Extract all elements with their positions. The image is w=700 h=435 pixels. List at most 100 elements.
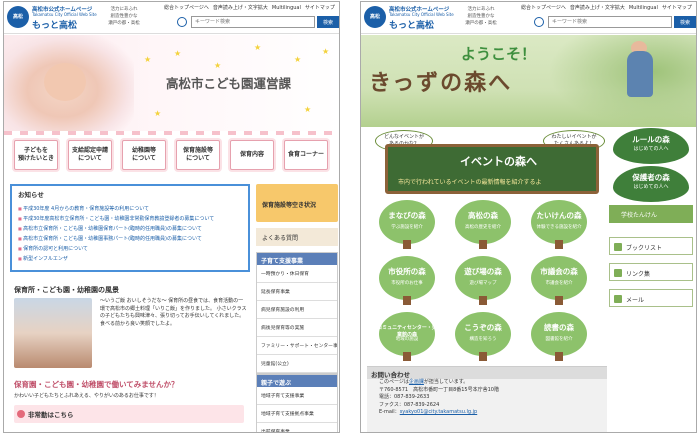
city-logo[interactable]: 高松 <box>7 6 29 28</box>
forest-background <box>548 35 696 127</box>
tree-experience[interactable]: たいけんの森 体験できる施設を紹介 <box>527 200 591 249</box>
baby-photo-head <box>44 63 86 101</box>
tile-kindergarten[interactable]: 幼稚園等 について <box>122 140 166 170</box>
search-bar: 検索 <box>534 16 696 28</box>
support-item[interactable]: 延長保育事業 <box>257 283 337 301</box>
play-heading: 親子で遊ぶ <box>257 375 337 387</box>
tree-learning[interactable]: まなびの森 学ぶ施設を紹介 <box>375 200 439 249</box>
contact-text: このページは <box>379 379 409 385</box>
city-logo[interactable]: 高松 <box>364 6 386 28</box>
tree-crown <box>531 312 587 356</box>
bubble-text: どんなイベントが <box>383 134 424 140</box>
recruit-button[interactable]: 非常勤はこちら <box>14 405 244 423</box>
book-icon <box>614 243 622 251</box>
link-top-page[interactable]: 総合トップページへ <box>164 5 209 11</box>
tree-sub: 遊び場マップ <box>469 281 497 286</box>
link-sitemap[interactable]: サイトマップ <box>662 5 692 11</box>
tile-care-content[interactable]: 保育内容 <box>230 140 274 170</box>
tree-takamatsu[interactable]: 高松の森 高松の歴史を紹介 <box>451 200 515 249</box>
tree-sub: 市議会を紹介 <box>545 281 573 286</box>
leaf-title: 保護者の森 <box>632 173 670 182</box>
booklist-link[interactable]: ブックリスト <box>609 237 693 255</box>
link-top-page[interactable]: 総合トップページへ <box>521 5 566 11</box>
search-input[interactable] <box>548 16 672 28</box>
nursery-vacancy-label: 保育施設等空き状況 <box>262 202 317 209</box>
event-board-sub: 市内で行われているイベントの最新情報を紹介するよ <box>398 179 542 186</box>
contact-email-link[interactable]: syakyo01@city.takamatsu.lg.jp <box>400 409 478 415</box>
rules-leaf-button[interactable]: ルールの森 はじめての人へ <box>613 128 689 164</box>
play-item[interactable]: 地域子育て支援事業 <box>257 387 337 405</box>
tree-trunk <box>555 240 563 249</box>
decorative-strip <box>4 131 339 135</box>
link-accessibility[interactable]: 音声読み上げ・文字拡大 <box>213 5 268 11</box>
tree-sub: 地域の施設 <box>395 337 419 342</box>
news-item[interactable]: 高松市立保育所・こども園・幼稚園保育パート(臨時的任用職員)の募集について <box>18 224 242 234</box>
tree-crown <box>379 200 435 244</box>
site-header: 高松 高松市公式ホームページ Takamatsu City Official W… <box>361 2 696 34</box>
faq-button[interactable]: よくある質問 <box>256 228 338 246</box>
tile-childcare[interactable]: 子どもを 預けたいとき <box>14 140 58 170</box>
search-button[interactable]: 検索 <box>317 16 339 28</box>
tile-food-corner[interactable]: 食育コーナー <box>284 140 328 170</box>
site-brand[interactable]: もっと高松 <box>32 18 77 31</box>
link-sitemap[interactable]: サイトマップ <box>305 5 335 11</box>
star-icon: ★ <box>214 61 222 70</box>
left-screenshot: 高松 高松市公式ホームページ Takamatsu City Official W… <box>3 1 340 433</box>
tree-reading[interactable]: 読書の森 図書館を紹介 <box>527 312 591 361</box>
event-board[interactable]: イベントの森へ 市内で行われているイベントの最新情報を紹介するよ <box>385 144 599 194</box>
news-item[interactable]: 新型インフルエンザ <box>18 254 242 264</box>
support-heading: 子育て支援事業 <box>257 253 337 265</box>
slogan-line: 活力にあふれ <box>467 7 495 12</box>
tile-label: 預けたいとき <box>17 155 54 162</box>
support-item[interactable]: 病後児保育等の実施 <box>257 319 337 337</box>
hero-banner: ようこそ！ きっずの森へ <box>361 35 696 127</box>
tree-city-hall[interactable]: 市役所の森 市役所のお仕事 <box>375 256 439 305</box>
play-item[interactable]: 地域子育て支援拠点事業 <box>257 405 337 423</box>
news-item[interactable]: 高松市立保育所・こども園・幼稚園事務パート(臨時的任用職員)の募集について <box>18 234 242 244</box>
search-button[interactable]: 検索 <box>674 16 696 28</box>
tree-assembly[interactable]: 市議会の森 市議会を紹介 <box>527 256 591 305</box>
play-item[interactable]: 出前保育事業 <box>257 423 337 432</box>
search-input[interactable] <box>191 16 315 28</box>
tree-community[interactable]: コミュニティセンター・児童館の森 地域の施設 <box>375 312 439 361</box>
link-multilingual[interactable]: Multilingual <box>629 5 658 11</box>
mail-link[interactable]: メール <box>609 289 693 307</box>
tree-playground[interactable]: 遊び場の森 遊び場マップ <box>451 256 515 305</box>
links-link[interactable]: リンク集 <box>609 263 693 281</box>
tile-certification[interactable]: 支給認定申請 について <box>68 140 112 170</box>
support-item[interactable]: 一時預かり・休日保育 <box>257 265 337 283</box>
contact-line: 〒760-8571 高松市番町一丁目8番15号本庁舎10階 <box>379 386 499 393</box>
school-tour-button[interactable]: 学校たんけん <box>609 205 693 223</box>
contact-line: このページは企画課が担当しています。 <box>367 379 607 387</box>
slogan-line: 活力にあふれ <box>110 7 138 12</box>
tree-structure[interactable]: こうぞの森 構造を知ろう <box>451 312 515 361</box>
tile-label: 食育コーナー <box>287 151 324 158</box>
forest-menu: まなびの森 学ぶ施設を紹介 高松の森 高松の歴史を紹介 たいけんの森 体験できる施設を… <box>375 200 607 362</box>
news-item[interactable]: 保育所の認可と利用について <box>18 244 242 254</box>
slogan-line: 創造性豊かな <box>110 14 138 19</box>
tile-label: 子どもを <box>23 147 48 154</box>
tree-trunk <box>555 296 563 305</box>
news-item[interactable]: 平成30年度高松市立保育所・こども園・幼稚園非常勤保育教諭登録者の募集について <box>18 214 242 224</box>
hero-banner: ★ ★ ★ ★ ★ ★ ★ ★ 高松市こども園運営課 <box>4 35 339 135</box>
guardian-leaf-button[interactable]: 保護者の森 はじめての人へ <box>613 166 689 202</box>
tree-sub: 体験できる施設を紹介 <box>536 225 582 230</box>
tile-nursery[interactable]: 保育施設等 について <box>176 140 220 170</box>
tree-name: 読書の森 <box>544 323 574 332</box>
star-icon: ★ <box>144 55 152 64</box>
news-item[interactable]: 平成30年度 4月からの教育・保育施設等の利用について <box>18 204 242 214</box>
leaf-sub: はじめての人へ <box>633 184 669 190</box>
news-heading: お知らせ <box>18 191 44 199</box>
support-item[interactable]: ファミリー・サポート・センター事業 <box>257 337 337 355</box>
support-item[interactable]: 児童館(公立) <box>257 355 337 373</box>
link-multilingual[interactable]: Multilingual <box>272 5 301 11</box>
link-accessibility[interactable]: 音声読み上げ・文字拡大 <box>570 5 625 11</box>
tile-label: について <box>186 155 210 162</box>
slogan-line: 瀬戸の都・高松 <box>465 21 497 26</box>
support-item[interactable]: 病児保育施設の利用 <box>257 301 337 319</box>
nursery-vacancy-button[interactable]: 保育施設等空き状況 <box>256 184 338 222</box>
contact-dept-link[interactable]: 企画課 <box>409 379 424 385</box>
tree-crown <box>455 200 511 244</box>
site-brand[interactable]: もっと高松 <box>389 18 434 31</box>
tree-trunk <box>479 296 487 305</box>
